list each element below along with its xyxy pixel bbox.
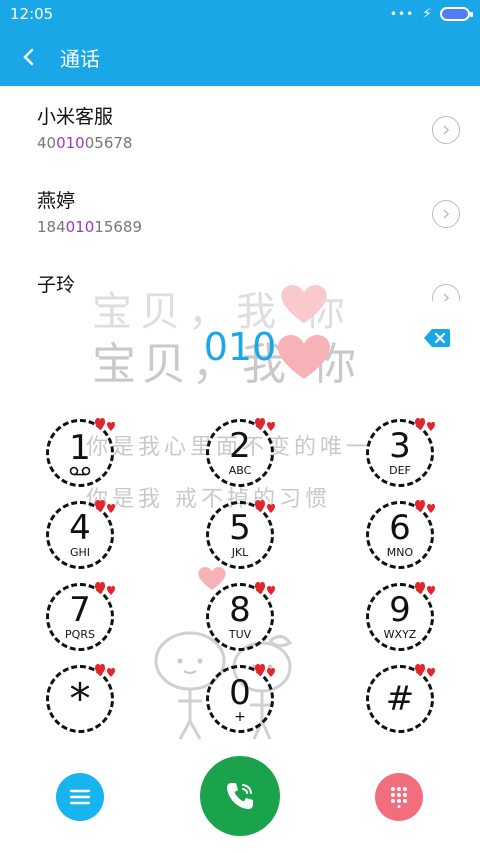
app-bar: 通话 bbox=[0, 28, 480, 86]
key-5[interactable]: 5 JKL bbox=[206, 500, 275, 569]
heart-icon bbox=[95, 582, 115, 595]
key-2[interactable]: 2 ABC bbox=[206, 418, 275, 487]
heart-icon bbox=[415, 582, 435, 595]
key-7[interactable]: 7 PQRS bbox=[46, 582, 115, 651]
status-icons: ••• ⚡ bbox=[389, 6, 473, 22]
more-dots-icon: ••• bbox=[389, 7, 415, 21]
heart-icon bbox=[255, 500, 275, 513]
heart-icon bbox=[95, 664, 115, 677]
heart-icon bbox=[255, 582, 275, 595]
key-1[interactable]: 1 bbox=[46, 418, 115, 487]
list-item[interactable]: 小米客服 4001005678 bbox=[0, 86, 480, 170]
key-0[interactable]: 0 + bbox=[206, 664, 275, 733]
status-bar: 12:05 ••• ⚡ bbox=[0, 0, 480, 28]
heart-icon bbox=[415, 664, 435, 677]
key-8[interactable]: 8 TUV bbox=[206, 582, 275, 651]
contact-results-list: 小米客服 4001005678 燕婷 18401015689 子玲 bbox=[0, 86, 480, 301]
key-6[interactable]: 6 MNO bbox=[366, 500, 435, 569]
call-button[interactable] bbox=[200, 756, 280, 836]
list-item[interactable]: 燕婷 18401015689 bbox=[0, 170, 480, 254]
charging-icon: ⚡ bbox=[422, 6, 432, 22]
battery-icon bbox=[440, 7, 473, 21]
chevron-right-icon[interactable] bbox=[432, 200, 460, 228]
key-hash[interactable]: # bbox=[366, 664, 435, 733]
key-4[interactable]: 4 GHI bbox=[46, 500, 115, 569]
heart-icon bbox=[415, 500, 435, 513]
status-time: 12:05 bbox=[10, 5, 54, 23]
back-arrow-icon[interactable] bbox=[16, 44, 42, 70]
dialpad-icon bbox=[391, 787, 407, 808]
menu-button[interactable] bbox=[56, 773, 104, 821]
phone-call-icon bbox=[227, 783, 253, 809]
heart-icon bbox=[255, 664, 275, 677]
heart-icon bbox=[255, 418, 275, 431]
dialer-panel: 宝贝，我 你 宝贝，我 你 你是我心里面不变的唯一 你是我 戒不掉的习惯 010 bbox=[0, 285, 480, 853]
voicemail-icon bbox=[69, 466, 91, 475]
dialpad-toggle-button[interactable] bbox=[375, 773, 423, 821]
contact-name: 燕婷 bbox=[37, 190, 76, 212]
key-9[interactable]: 9 WXYZ bbox=[366, 582, 435, 651]
contact-number: 4001005678 bbox=[37, 134, 133, 152]
key-3[interactable]: 3 DEF bbox=[366, 418, 435, 487]
contact-name: 小米客服 bbox=[37, 106, 114, 128]
heart-icon bbox=[95, 418, 115, 431]
page-title: 通话 bbox=[60, 46, 100, 71]
key-star[interactable]: * bbox=[46, 664, 115, 733]
heart-icon bbox=[415, 418, 435, 431]
menu-icon bbox=[69, 789, 91, 805]
heart-icon bbox=[95, 500, 115, 513]
list-item[interactable]: 子玲 bbox=[0, 254, 480, 301]
chevron-right-icon[interactable] bbox=[432, 116, 460, 144]
contact-number: 18401015689 bbox=[37, 218, 142, 236]
contact-name: 子玲 bbox=[37, 274, 76, 296]
